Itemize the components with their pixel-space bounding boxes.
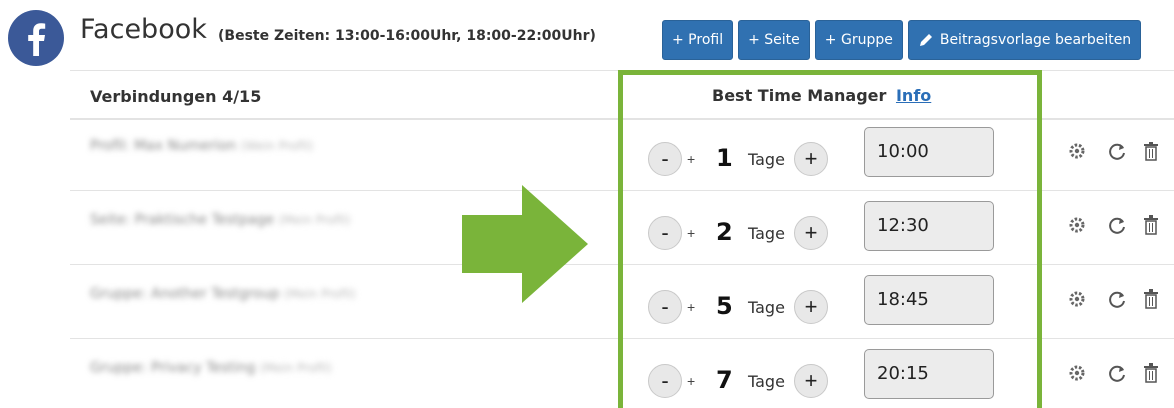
connection-name: Profil: Max Numerion (Wein Profil) bbox=[90, 138, 314, 154]
gear-icon[interactable] bbox=[1069, 365, 1085, 381]
refresh-icon[interactable] bbox=[1109, 143, 1125, 160]
green-arrow-icon bbox=[462, 185, 588, 308]
best-times-note: (Beste Zeiten: 13:00-16:00Uhr, 18:00-22:… bbox=[218, 28, 596, 44]
refresh-icon[interactable] bbox=[1109, 291, 1125, 308]
page-title: Facebook bbox=[80, 14, 207, 45]
edit-post-template-label: Beitragsvorlage bearbeiten bbox=[939, 32, 1132, 48]
facebook-logo-icon bbox=[8, 10, 64, 66]
row-actions bbox=[1068, 141, 1168, 407]
gear-icon[interactable] bbox=[1069, 143, 1085, 159]
gear-icon[interactable] bbox=[1069, 217, 1085, 233]
trash-icon[interactable] bbox=[1144, 289, 1158, 309]
add-profile-button[interactable]: + Profil bbox=[662, 20, 734, 60]
refresh-icon[interactable] bbox=[1109, 365, 1125, 382]
edit-post-template-button[interactable]: Beitragsvorlage bearbeiten bbox=[907, 20, 1142, 60]
connections-header: Verbindungen 4/15 bbox=[90, 87, 262, 106]
trash-icon[interactable] bbox=[1144, 215, 1158, 235]
connections-table: Verbindungen 4/15 Best Time Manager Info… bbox=[70, 70, 1174, 408]
connection-name: Seite: Praktische Testpage (Mein Profil) bbox=[90, 212, 351, 228]
connection-name: Gruppe: Another Testgroup (Mein Profil) bbox=[90, 286, 356, 302]
refresh-icon[interactable] bbox=[1109, 217, 1125, 234]
trash-icon[interactable] bbox=[1144, 363, 1158, 383]
pencil-icon bbox=[919, 34, 932, 46]
gear-icon[interactable] bbox=[1069, 291, 1085, 307]
toolbar: + Profil + Seite + Gruppe Beitragsvorlag… bbox=[662, 20, 1142, 60]
connection-name: Gruppe: Privacy Testing (Mein Profil) bbox=[90, 360, 332, 376]
add-group-button[interactable]: + Gruppe bbox=[814, 20, 903, 60]
add-page-button[interactable]: + Seite bbox=[738, 20, 810, 60]
trash-icon[interactable] bbox=[1144, 141, 1158, 161]
best-time-manager-highlight bbox=[618, 70, 1042, 408]
